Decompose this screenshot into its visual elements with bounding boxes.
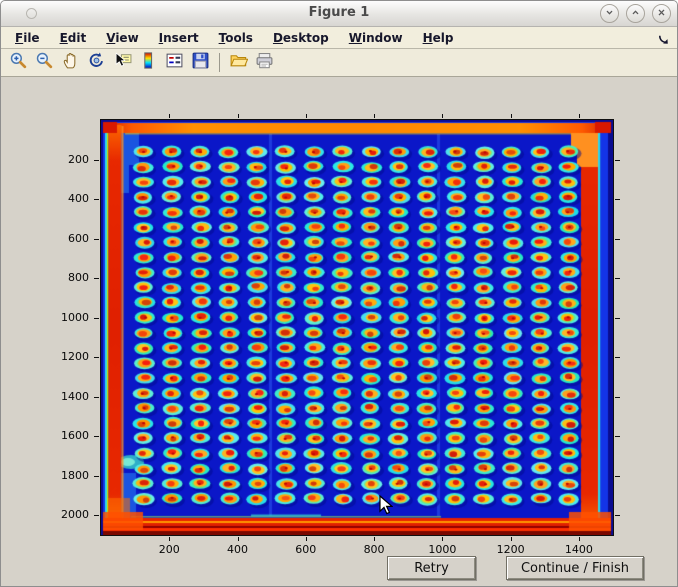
zoom-out-button[interactable]	[33, 51, 56, 74]
x-axis-tick-top	[374, 114, 375, 118]
figure-canvas-area: Retry Continue / Finish 200 400 600 800 1000…	[1, 77, 677, 586]
pan-icon	[61, 51, 80, 74]
menu-insert[interactable]: Insert	[149, 29, 209, 47]
y-axis-tick	[94, 436, 99, 437]
open-file-button[interactable]	[227, 51, 250, 74]
pan-button[interactable]	[59, 51, 82, 74]
x-axis-tick	[306, 537, 307, 541]
rotate-3d-button[interactable]	[85, 51, 108, 74]
x-axis-tick-top	[579, 114, 580, 118]
x-axis-tick	[374, 537, 375, 541]
y-axis-tick-label: 400	[29, 192, 89, 205]
data-cursor-button[interactable]	[111, 51, 134, 74]
x-axis-tick	[579, 537, 580, 541]
y-axis-tick-right	[615, 357, 620, 358]
y-axis-tick-label: 2000	[29, 508, 89, 521]
x-axis-tick-label: 400	[227, 543, 248, 556]
x-axis-tick-label: 1000	[428, 543, 456, 556]
y-axis-tick-label: 1200	[29, 350, 89, 363]
insert-legend-icon	[165, 51, 184, 74]
continue-finish-button[interactable]: Continue / Finish	[506, 556, 644, 580]
insert-legend-button[interactable]	[163, 51, 186, 74]
maximize-button[interactable]	[626, 4, 645, 23]
y-axis-tick-label: 800	[29, 271, 89, 284]
toolbar-separator	[219, 53, 220, 72]
title-bar[interactable]: Figure 1	[1, 1, 677, 27]
x-axis-tick-label: 600	[295, 543, 316, 556]
y-axis-tick	[94, 278, 99, 279]
y-axis-tick-label: 1600	[29, 429, 89, 442]
figure-toolbar	[1, 49, 677, 77]
menu-file[interactable]: File	[5, 29, 50, 47]
figure-window: Figure 1 FileEditViewInsertToolsDesktopW…	[0, 0, 678, 587]
x-axis-tick-label: 800	[364, 543, 385, 556]
y-axis-tick-label: 200	[29, 153, 89, 166]
save-icon	[191, 51, 210, 74]
zoom-in-button[interactable]	[7, 51, 30, 74]
y-axis-tick-right	[615, 278, 620, 279]
retry-button[interactable]: Retry	[387, 556, 476, 580]
y-axis-tick-right	[615, 397, 620, 398]
x-axis-tick	[169, 537, 170, 541]
x-axis-tick-top	[511, 114, 512, 118]
y-axis-tick-label: 1000	[29, 311, 89, 324]
menu-help[interactable]: Help	[413, 29, 464, 47]
menu-window[interactable]: Window	[339, 29, 413, 47]
y-axis-tick	[94, 239, 99, 240]
y-axis-tick-right	[615, 436, 620, 437]
x-axis-tick-top	[238, 114, 239, 118]
chevron-up-icon	[629, 4, 642, 23]
x-axis-tick-label: 200	[159, 543, 180, 556]
plate-heatmap-image[interactable]	[101, 120, 613, 535]
zoom-out-icon	[35, 51, 54, 74]
menu-desktop[interactable]: Desktop	[263, 29, 339, 47]
y-axis-tick	[94, 160, 99, 161]
open-file-icon	[229, 51, 248, 74]
chevron-down-icon	[603, 4, 616, 23]
y-axis-tick-label: 600	[29, 232, 89, 245]
menu-tools[interactable]: Tools	[209, 29, 263, 47]
y-axis-tick-right	[615, 239, 620, 240]
print-icon	[255, 51, 274, 74]
insert-colorbar-icon	[139, 51, 158, 74]
close-button[interactable]	[652, 4, 671, 23]
window-controls	[600, 4, 671, 23]
x-icon	[655, 4, 668, 23]
y-axis-tick-right	[615, 160, 620, 161]
x-axis-tick-top	[442, 114, 443, 118]
y-axis-tick	[94, 199, 99, 200]
y-axis-tick-right	[615, 515, 620, 516]
plot-axes[interactable]	[100, 119, 614, 536]
y-axis-tick-label: 1800	[29, 469, 89, 482]
print-button[interactable]	[253, 51, 276, 74]
data-cursor-icon	[113, 51, 132, 74]
y-axis-tick	[94, 318, 99, 319]
y-axis-tick	[94, 476, 99, 477]
x-axis-tick-label: 1200	[497, 543, 525, 556]
y-axis-tick	[94, 397, 99, 398]
save-button[interactable]	[189, 51, 212, 74]
y-axis-tick	[94, 515, 99, 516]
x-axis-tick-top	[306, 114, 307, 118]
y-axis-tick	[94, 357, 99, 358]
x-axis-tick	[511, 537, 512, 541]
insert-colorbar-button[interactable]	[137, 51, 160, 74]
zoom-in-icon	[9, 51, 28, 74]
minimize-button[interactable]	[600, 4, 619, 23]
y-axis-tick-label: 1400	[29, 390, 89, 403]
y-axis-tick-right	[615, 318, 620, 319]
menu-bar: FileEditViewInsertToolsDesktopWindowHelp	[1, 27, 677, 49]
x-axis-tick	[238, 537, 239, 541]
x-axis-tick	[442, 537, 443, 541]
window-title: Figure 1	[1, 5, 677, 20]
x-axis-tick-top	[169, 114, 170, 118]
rotate-3d-icon	[87, 51, 106, 74]
menu-edit[interactable]: Edit	[50, 29, 97, 47]
menu-view[interactable]: View	[96, 29, 148, 47]
x-axis-tick-label: 1400	[565, 543, 593, 556]
dock-figure-icon[interactable]	[657, 31, 670, 50]
y-axis-tick-right	[615, 476, 620, 477]
y-axis-tick-right	[615, 199, 620, 200]
